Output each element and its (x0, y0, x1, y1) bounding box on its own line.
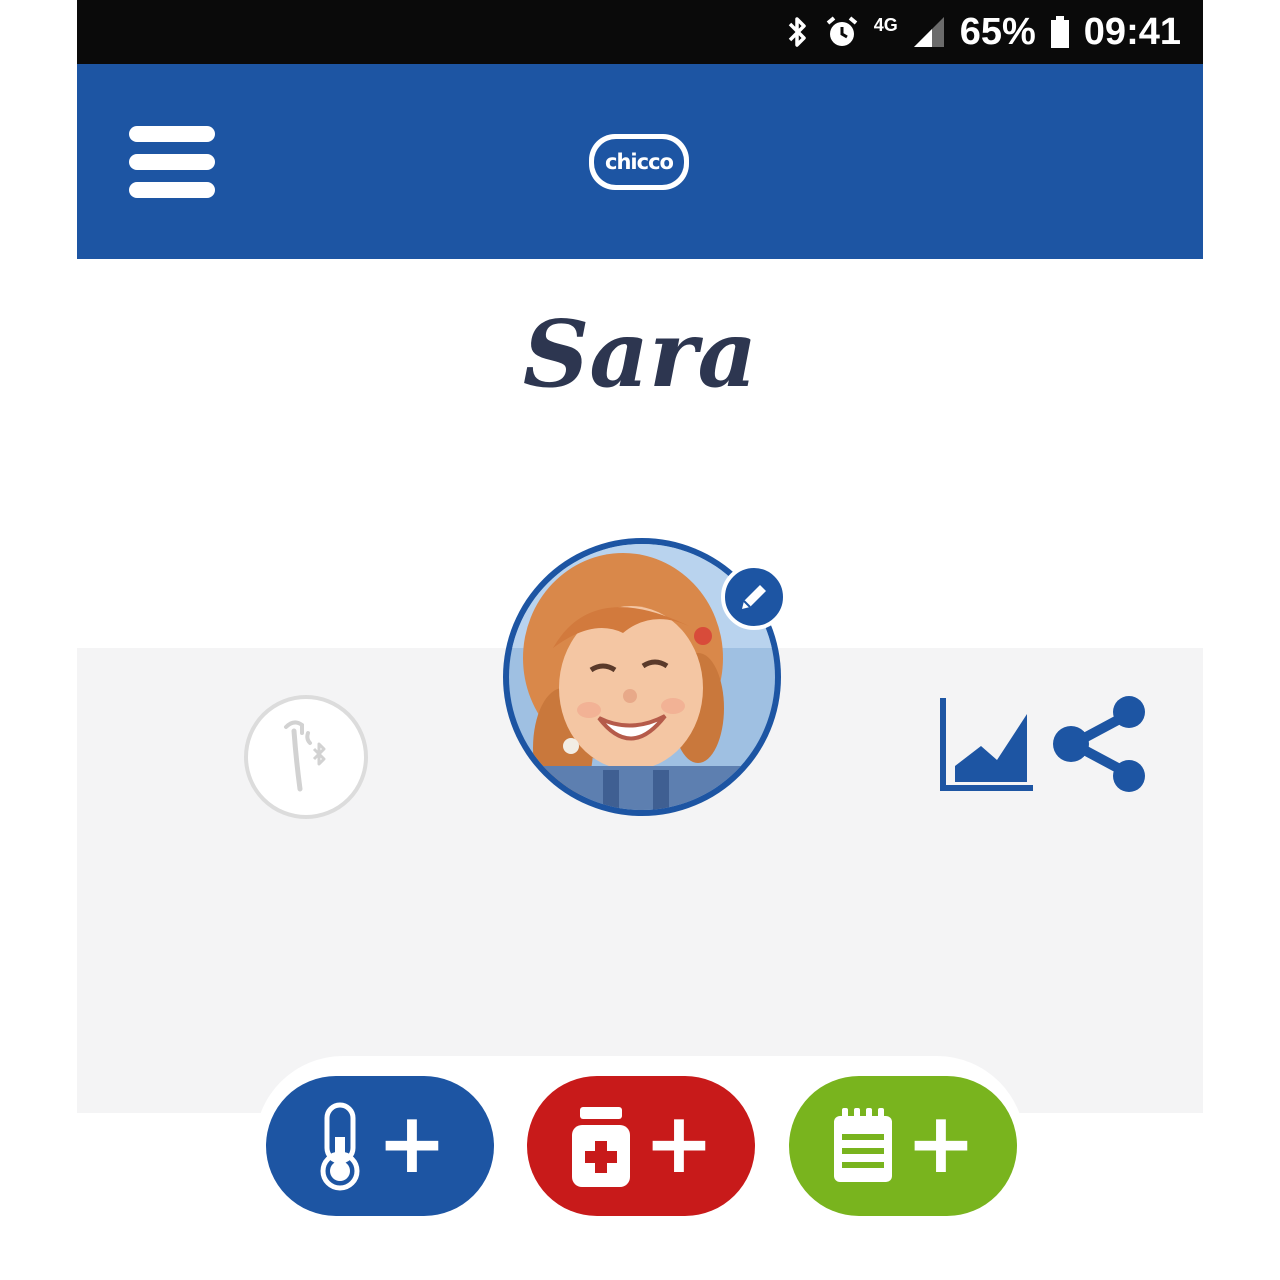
add-note-button[interactable]: + (789, 1076, 1017, 1216)
thermometer-icon (320, 1102, 360, 1191)
edit-profile-button[interactable] (721, 564, 787, 630)
status-bar: 4G 65% 09:41 (77, 0, 1203, 64)
notepad-icon (833, 1108, 892, 1182)
clock: 09:41 (1083, 10, 1181, 53)
battery-icon (1050, 16, 1069, 48)
bluetooth-thermometer-icon[interactable] (244, 695, 368, 819)
logo-text: chicco (594, 139, 684, 185)
battery-percent: 65% (959, 10, 1036, 53)
child-name: Sara (522, 300, 758, 408)
status-icons: 4G 65% 09:41 (786, 0, 1181, 64)
pencil-icon (742, 585, 766, 609)
add-temperature-button[interactable]: + (266, 1076, 494, 1216)
add-symbol: + (643, 1094, 715, 1192)
app-bar: chicco (77, 64, 1203, 259)
add-symbol: + (376, 1094, 448, 1192)
chicco-logo: chicco (589, 134, 689, 190)
hamburger-menu-icon[interactable] (125, 114, 220, 209)
add-medicine-button[interactable]: + (527, 1076, 755, 1216)
bluetooth-icon (788, 17, 806, 47)
network-label: 4G (873, 14, 898, 35)
medicine-bottle-icon (571, 1107, 630, 1187)
share-icon[interactable] (1049, 694, 1153, 794)
alarm-icon (826, 16, 857, 46)
add-symbol: + (905, 1094, 977, 1192)
thermometer-outline-icon (284, 720, 326, 792)
avatar-container (503, 538, 787, 816)
chart-glyph (940, 698, 1033, 791)
area-chart-icon[interactable] (937, 694, 1037, 794)
signal-icon (913, 17, 944, 47)
app-screen: 4G 65% 09:41 chicco Sara + + + (77, 0, 1203, 1280)
share-glyph (1053, 696, 1145, 792)
